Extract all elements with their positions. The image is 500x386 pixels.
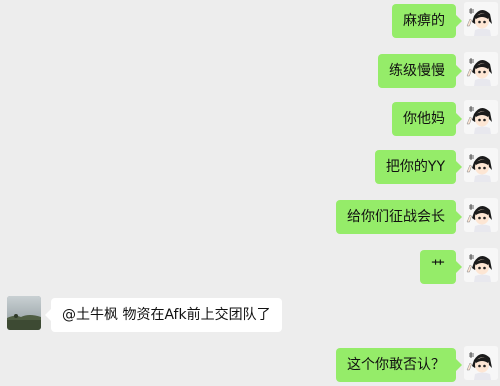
message-row: 给你们征战会长 — [0, 198, 500, 238]
message-row: @土牛枫 物资在Afk前上交团队了 — [0, 296, 500, 336]
message-row: 把你的YY — [0, 148, 500, 188]
chibi-character-icon — [464, 248, 498, 282]
message-row: 练级慢慢 — [0, 52, 500, 92]
message-row: 麻痹的 — [0, 2, 500, 42]
message-text: 麻痹的 — [403, 13, 445, 29]
chibi-character-icon — [464, 2, 498, 36]
message-row: 这个你敢否认？ — [0, 346, 500, 386]
outgoing-message-bubble[interactable]: 练级慢慢 — [378, 54, 462, 88]
chibi-character-icon — [464, 148, 498, 182]
message-text: 练级慢慢 — [389, 63, 445, 79]
chibi-character-icon — [464, 198, 498, 232]
contact-avatar[interactable] — [7, 296, 41, 330]
self-avatar[interactable] — [464, 346, 498, 380]
outgoing-message-bubble[interactable]: 麻痹的 — [392, 4, 462, 38]
message-row: 你他妈 — [0, 100, 500, 140]
outgoing-message-bubble[interactable]: 把你的YY — [374, 150, 463, 184]
message-text: 艹 — [431, 259, 445, 275]
chat-message-list[interactable]: 麻痹的 练级慢慢 你他妈 把你的YY 给你们征战会长 艹 @土牛枫 物资在Afk… — [0, 0, 500, 382]
self-avatar[interactable] — [464, 2, 498, 36]
message-text: 给你们征战会长 — [347, 209, 445, 225]
chibi-character-icon — [464, 52, 498, 86]
outgoing-message-bubble[interactable]: 这个你敢否认？ — [336, 348, 462, 382]
self-avatar[interactable] — [464, 248, 498, 282]
self-avatar[interactable] — [464, 198, 498, 232]
chibi-character-icon — [464, 346, 498, 380]
outgoing-message-bubble[interactable]: 给你们征战会长 — [336, 200, 462, 234]
message-text: 这个你敢否认？ — [347, 357, 445, 373]
message-text: 你他妈 — [403, 111, 445, 127]
outgoing-message-bubble[interactable]: 艹 — [420, 250, 462, 284]
incoming-message-bubble[interactable]: @土牛枫 物资在Afk前上交团队了 — [45, 298, 282, 332]
message-text: @土牛枫 物资在Afk前上交团队了 — [62, 307, 271, 323]
message-row: 艹 — [0, 248, 500, 288]
landscape-photo-icon — [7, 296, 41, 330]
chibi-character-icon — [464, 100, 498, 134]
self-avatar[interactable] — [464, 52, 498, 86]
self-avatar[interactable] — [464, 100, 498, 134]
message-text: 把你的YY — [385, 159, 445, 175]
self-avatar[interactable] — [464, 148, 498, 182]
outgoing-message-bubble[interactable]: 你他妈 — [392, 102, 462, 136]
